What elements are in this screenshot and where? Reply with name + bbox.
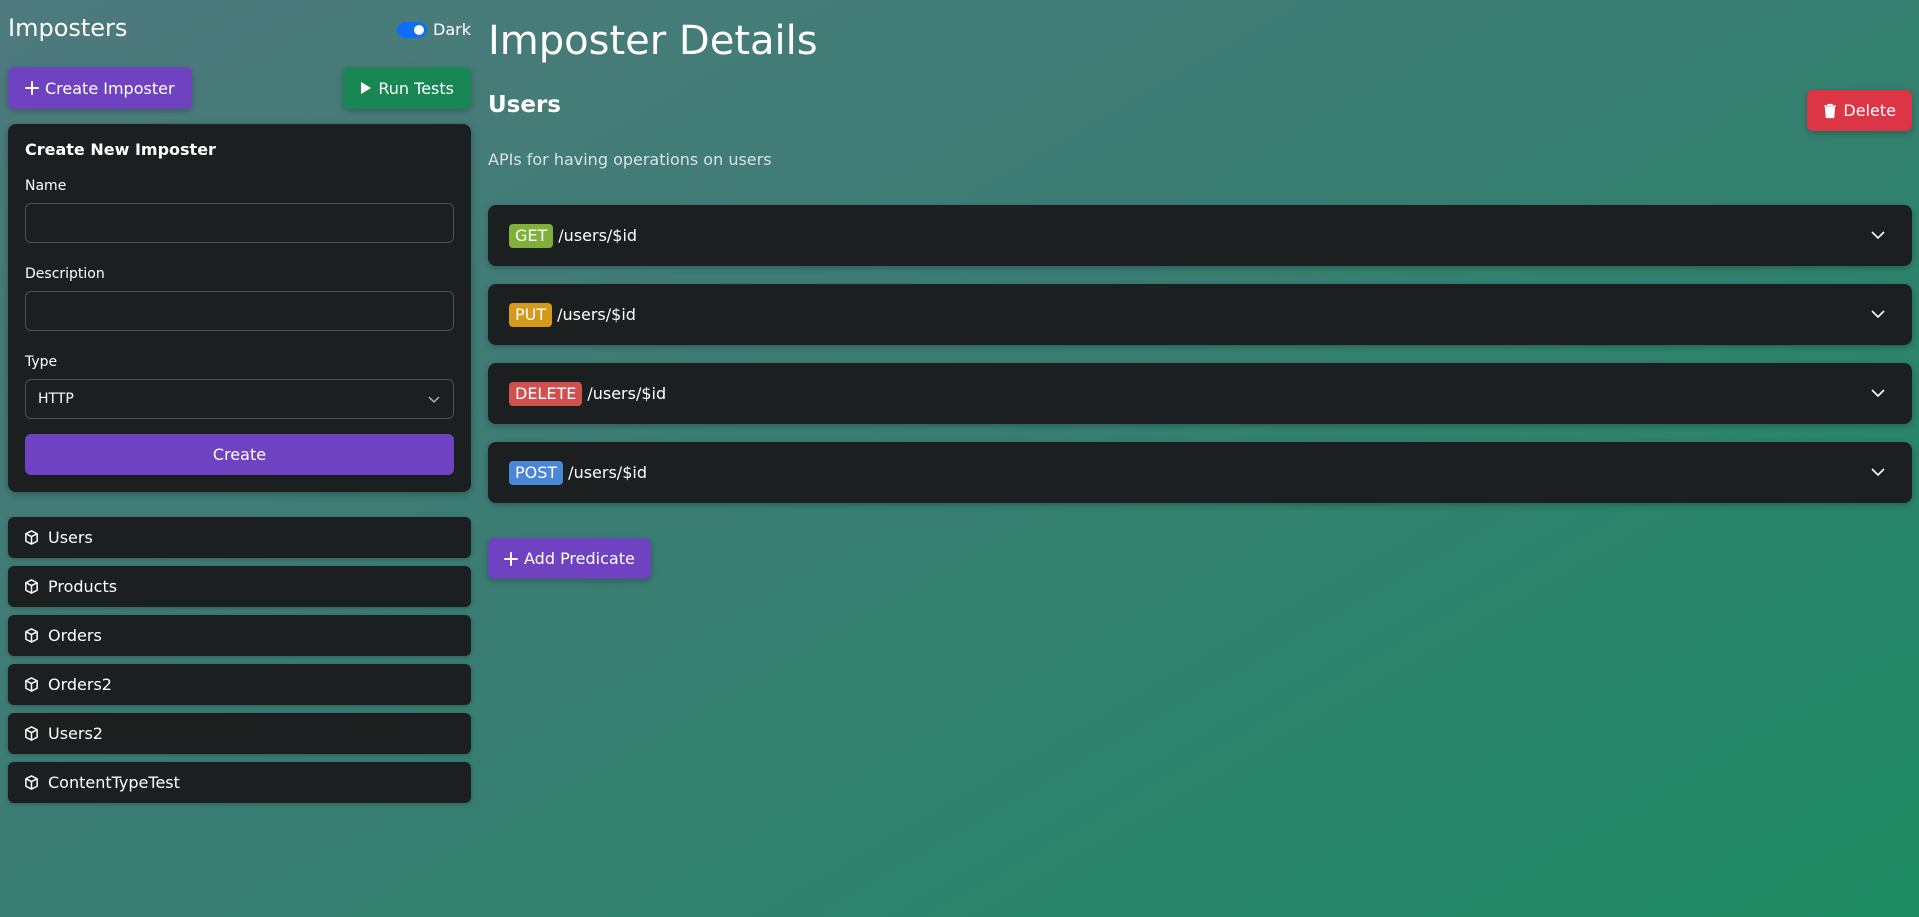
endpoint-row[interactable]: POST /users/$id [488, 442, 1912, 503]
toggle-switch[interactable] [397, 21, 428, 38]
endpoint-path: /users/$id [568, 463, 647, 482]
plus-icon [25, 81, 39, 95]
chevron-down-icon [428, 396, 440, 404]
imposter-name: Orders2 [48, 675, 112, 694]
name-label: Name [25, 178, 67, 194]
box-icon [25, 579, 38, 594]
chevron-down-icon[interactable] [1870, 385, 1886, 401]
sidebar: Imposters Dark Create Imposter Run Tests… [8, 0, 471, 803]
imposter-name: Users2 [48, 724, 103, 743]
form-title: Create New Imposter [25, 140, 216, 159]
sidebar-actions: Create Imposter Run Tests [8, 67, 471, 111]
type-select-value: HTTP [38, 391, 74, 407]
plus-icon [504, 551, 518, 566]
delete-button[interactable]: Delete [1807, 90, 1912, 131]
endpoint-path: /users/$id [587, 384, 667, 403]
page-title: Imposter Details [488, 18, 818, 64]
description-field[interactable] [25, 291, 454, 331]
box-icon [25, 726, 38, 741]
endpoint-row[interactable]: GET /users/$id [488, 205, 1912, 266]
name-field[interactable] [25, 203, 454, 243]
box-icon [25, 628, 38, 643]
endpoint-path: /users/$id [557, 305, 636, 324]
imposter-name: Users [48, 528, 93, 547]
box-icon [25, 775, 38, 790]
theme-toggle-label: Dark [433, 20, 471, 39]
create-imposter-label: Create Imposter [45, 78, 175, 98]
add-predicate-button[interactable]: Add Predicate [488, 538, 651, 579]
method-badge: DELETE [509, 381, 583, 406]
play-icon [361, 82, 372, 94]
sidebar-title: Imposters [8, 14, 128, 42]
box-icon [25, 677, 38, 692]
box-icon [25, 530, 38, 545]
description-label: Description [25, 266, 105, 282]
theme-toggle[interactable]: Dark [397, 20, 471, 39]
add-predicate-label: Add Predicate [524, 549, 635, 568]
list-item[interactable]: Products [8, 566, 471, 607]
list-item[interactable]: ContentTypeTest [8, 762, 471, 803]
list-item[interactable]: Orders [8, 615, 471, 656]
imposter-list: Users Products Orders Orders2 Users2 Con… [8, 517, 471, 803]
imposter-name: Products [48, 577, 118, 596]
list-item[interactable]: Users [8, 517, 471, 558]
run-tests-label: Run Tests [378, 78, 454, 98]
endpoint-row[interactable]: PUT /users/$id [488, 284, 1912, 345]
list-item[interactable]: Orders2 [8, 664, 471, 705]
endpoint-list: GET /users/$id PUT /users/$id DELETE /us… [488, 205, 1912, 503]
type-label: Type [25, 354, 58, 370]
list-item[interactable]: Users2 [8, 713, 471, 754]
imposter-name: Orders [48, 626, 102, 645]
sidebar-header: Imposters Dark [8, 0, 471, 58]
run-tests-button[interactable]: Run Tests [343, 67, 471, 109]
create-imposter-form: Create New Imposter Name Description Typ… [8, 124, 471, 492]
chevron-down-icon[interactable] [1870, 227, 1886, 243]
imposter-name: ContentTypeTest [48, 773, 180, 792]
create-button[interactable]: Create [25, 434, 454, 475]
endpoint-row[interactable]: DELETE /users/$id [488, 363, 1912, 424]
chevron-down-icon[interactable] [1870, 306, 1886, 322]
method-badge: GET [509, 223, 554, 248]
delete-label: Delete [1843, 101, 1896, 120]
create-imposter-button[interactable]: Create Imposter [8, 67, 192, 109]
method-badge: POST [509, 460, 564, 485]
endpoint-path: /users/$id [558, 226, 638, 245]
chevron-down-icon[interactable] [1870, 464, 1886, 480]
imposter-title: Users [488, 92, 561, 118]
trash-icon [1824, 103, 1837, 118]
imposter-description: APIs for having operations on users [488, 150, 772, 169]
type-select[interactable]: HTTP [25, 379, 454, 419]
method-badge: PUT [509, 302, 553, 327]
